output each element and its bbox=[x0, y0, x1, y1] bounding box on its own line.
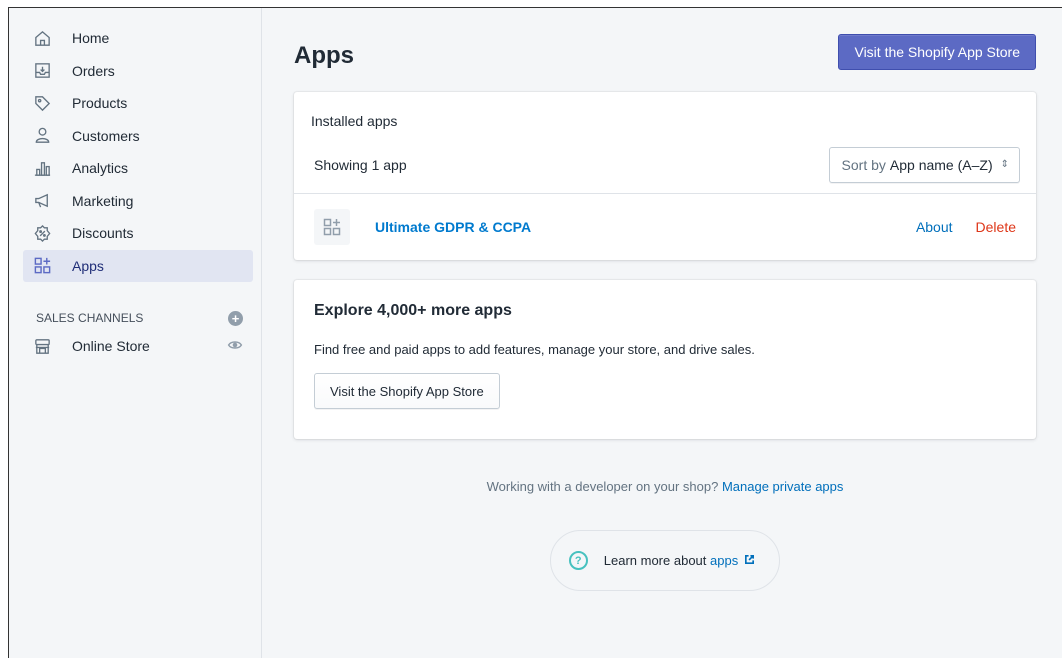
sidebar-item-orders[interactable]: Orders bbox=[23, 55, 253, 88]
app-thumbnail-icon bbox=[314, 209, 350, 245]
sales-channels-header: SALES CHANNELS + bbox=[36, 308, 243, 328]
external-link-icon bbox=[744, 553, 755, 568]
main-content: Apps Visit the Shopify App Store Install… bbox=[262, 8, 1062, 658]
home-icon bbox=[31, 27, 53, 49]
sidebar-item-products[interactable]: Products bbox=[23, 87, 253, 120]
sidebar-item-marketing[interactable]: Marketing bbox=[23, 185, 253, 218]
megaphone-icon bbox=[31, 190, 53, 212]
sales-channels-label: SALES CHANNELS bbox=[36, 311, 144, 325]
sidebar: Home Orders Products Customers Analytics bbox=[9, 8, 262, 658]
learn-more-pill: ? Learn more about apps bbox=[549, 530, 781, 591]
orders-icon bbox=[31, 60, 53, 82]
about-link[interactable]: About bbox=[916, 219, 953, 235]
installed-apps-card: Installed apps Showing 1 app Sort by App… bbox=[294, 92, 1036, 260]
app-name-link[interactable]: Ultimate GDPR & CCPA bbox=[375, 219, 531, 235]
sidebar-item-label: Apps bbox=[72, 257, 104, 274]
sort-prefix: Sort by bbox=[841, 156, 886, 173]
app-list-item: Ultimate GDPR & CCPA About Delete bbox=[294, 194, 1036, 260]
page-header: Apps Visit the Shopify App Store bbox=[294, 8, 1036, 92]
page-title: Apps bbox=[294, 42, 354, 69]
explore-description: Find free and paid apps to add features,… bbox=[314, 342, 755, 357]
sidebar-item-analytics[interactable]: Analytics bbox=[23, 152, 253, 185]
sidebar-item-home[interactable]: Home bbox=[23, 22, 253, 55]
sidebar-item-label: Home bbox=[72, 30, 110, 47]
person-icon bbox=[31, 125, 53, 147]
sidebar-item-discounts[interactable]: Discounts bbox=[23, 217, 253, 250]
explore-apps-card: Explore 4,000+ more apps Find free and p… bbox=[294, 280, 1036, 439]
sidebar-item-customers[interactable]: Customers bbox=[23, 120, 253, 153]
eye-icon[interactable] bbox=[227, 337, 243, 356]
apps-icon bbox=[31, 255, 53, 277]
select-arrows-icon: ⇕ bbox=[1000, 159, 1009, 170]
learn-more-text: Learn more about bbox=[603, 553, 707, 568]
installed-apps-title: Installed apps bbox=[311, 113, 398, 129]
sidebar-item-label: Orders bbox=[72, 62, 115, 79]
tag-icon bbox=[31, 92, 53, 114]
sidebar-item-label: Analytics bbox=[72, 160, 129, 177]
manage-private-apps-link[interactable]: Manage private apps bbox=[722, 479, 843, 494]
visit-app-store-secondary-button[interactable]: Visit the Shopify App Store bbox=[314, 373, 500, 409]
delete-link[interactable]: Delete bbox=[976, 219, 1016, 235]
learn-more-apps-link[interactable]: apps bbox=[710, 553, 738, 568]
installed-apps-filter-row: Showing 1 app Sort by App name (A–Z) ⇕ bbox=[294, 136, 1036, 194]
sort-select[interactable]: Sort by App name (A–Z) ⇕ bbox=[828, 146, 1020, 183]
sidebar-item-online-store[interactable]: Online Store bbox=[31, 330, 243, 362]
app-count-text: Showing 1 app bbox=[314, 156, 407, 173]
visit-app-store-button[interactable]: Visit the Shopify App Store bbox=[838, 34, 1036, 70]
discount-icon bbox=[31, 222, 53, 244]
sidebar-item-label: Marketing bbox=[72, 192, 134, 209]
plus-circle-icon[interactable]: + bbox=[228, 310, 243, 326]
sidebar-item-label: Customers bbox=[72, 127, 140, 144]
private-apps-prompt: Working with a developer on your shop? bbox=[486, 479, 719, 494]
private-apps-text: Working with a developer on your shop? M… bbox=[294, 479, 1036, 494]
store-icon bbox=[31, 335, 53, 357]
sidebar-item-label: Discounts bbox=[72, 225, 134, 242]
explore-heading: Explore 4,000+ more apps bbox=[314, 302, 512, 319]
sort-value: App name (A–Z) bbox=[889, 156, 993, 173]
bar-chart-icon bbox=[31, 157, 53, 179]
help-icon: ? bbox=[568, 551, 588, 570]
sidebar-item-label: Products bbox=[72, 95, 128, 112]
app-window: Home Orders Products Customers Analytics bbox=[8, 7, 1062, 658]
sidebar-item-apps[interactable]: Apps bbox=[23, 249, 253, 282]
sidebar-item-label: Online Store bbox=[72, 338, 150, 354]
